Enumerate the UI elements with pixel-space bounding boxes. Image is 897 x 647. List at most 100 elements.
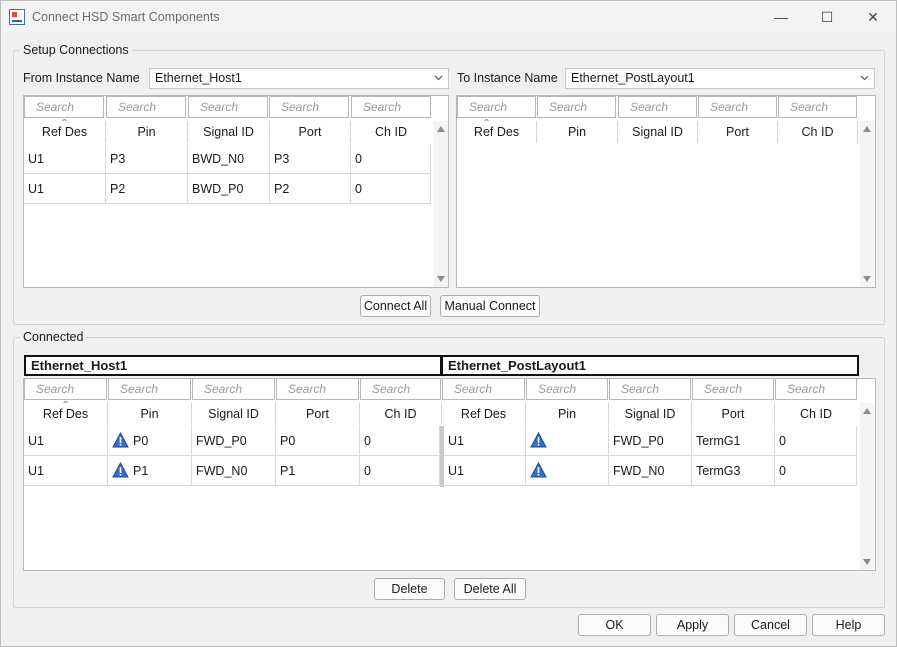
from-search-pin[interactable]: Search xyxy=(106,96,186,118)
table-splitter[interactable] xyxy=(440,426,444,487)
table-row-cell[interactable]: P1 xyxy=(108,456,192,486)
conn-header-signal-id[interactable]: Signal ID xyxy=(192,403,276,425)
conn-search-port[interactable]: Search xyxy=(276,378,359,400)
warning-triangle-icon xyxy=(530,432,547,448)
scroll-up-icon[interactable] xyxy=(863,408,871,414)
conn-search-signal[interactable]: Search xyxy=(192,378,275,400)
from-header-pin[interactable]: Pin xyxy=(106,121,188,143)
from-instance-value: Ethernet_Host1 xyxy=(155,71,242,85)
from-header-chid[interactable]: Ch ID xyxy=(351,121,431,143)
to-header-signal-id[interactable]: Signal ID xyxy=(618,121,698,143)
from-search-refdes[interactable]: Search xyxy=(24,96,104,118)
scroll-down-icon[interactable] xyxy=(437,276,445,282)
manual-connect-button[interactable]: Manual Connect xyxy=(440,295,540,317)
table-row-cell[interactable]: 0 xyxy=(360,456,440,486)
conn-search-chid[interactable]: Search xyxy=(360,378,441,400)
conn-search-refdes-right[interactable]: Search xyxy=(442,378,525,400)
to-search-port[interactable]: Search xyxy=(698,96,777,118)
table-row-cell[interactable]: 0 xyxy=(351,144,431,174)
from-header-port[interactable]: Port xyxy=(270,121,351,143)
table-row-cell[interactable]: P0 xyxy=(108,426,192,456)
table-row-cell[interactable]: 0 xyxy=(775,456,857,486)
table-row-cell[interactable]: P1 xyxy=(276,456,360,486)
conn-header-pin-right[interactable]: Pin xyxy=(526,403,609,425)
conn-search-signal-right[interactable]: Search xyxy=(609,378,691,400)
table-row-cell[interactable]: FWD_P0 xyxy=(609,426,692,456)
delete-button[interactable]: Delete xyxy=(374,578,445,600)
scroll-down-icon[interactable] xyxy=(863,559,871,565)
table-row-cell[interactable] xyxy=(526,426,609,456)
scroll-up-icon[interactable] xyxy=(437,126,445,132)
connect-all-button[interactable]: Connect All xyxy=(360,295,431,317)
to-search-chid[interactable]: Search xyxy=(778,96,857,118)
warning-triangle-icon xyxy=(530,462,547,478)
from-search-port[interactable]: Search xyxy=(269,96,349,118)
conn-header-refdes-right[interactable]: Ref Des xyxy=(442,403,526,425)
conn-search-pin[interactable]: Search xyxy=(108,378,191,400)
conn-header-port[interactable]: Port xyxy=(276,403,360,425)
table-row-cell[interactable]: P2 xyxy=(270,174,351,204)
conn-search-pin-right[interactable]: Search xyxy=(526,378,608,400)
scroll-up-icon[interactable] xyxy=(863,126,871,132)
table-row-cell[interactable]: FWD_N0 xyxy=(609,456,692,486)
table-row-cell[interactable]: U1 xyxy=(444,426,526,456)
conn-search-port-right[interactable]: Search xyxy=(692,378,774,400)
setup-connections-label: Setup Connections xyxy=(20,43,132,57)
table-row-cell[interactable]: P3 xyxy=(106,144,188,174)
table-row-cell[interactable]: TermG3 xyxy=(692,456,775,486)
from-header-refdes[interactable]: Ref Des xyxy=(24,121,106,143)
dialog-window: Connect HSD Smart Components — ☐ ✕ Setup… xyxy=(0,0,897,647)
table-row-cell[interactable]: U1 xyxy=(24,426,108,456)
table-row-cell[interactable]: BWD_N0 xyxy=(188,144,270,174)
table-row-cell[interactable]: U1 xyxy=(24,174,106,204)
cancel-button[interactable]: Cancel xyxy=(734,614,807,636)
to-header-pin[interactable]: Pin xyxy=(537,121,618,143)
table-row-cell[interactable]: TermG1 xyxy=(692,426,775,456)
table-row-cell[interactable]: U1 xyxy=(444,456,526,486)
from-instance-select[interactable]: Ethernet_Host1 xyxy=(149,68,449,89)
scroll-down-icon[interactable] xyxy=(863,276,871,282)
from-table-scrollbar[interactable] xyxy=(434,121,448,287)
maximize-button[interactable]: ☐ xyxy=(804,1,850,33)
delete-all-button[interactable]: Delete All xyxy=(454,578,526,600)
conn-header-pin[interactable]: Pin xyxy=(108,403,192,425)
to-instance-value: Ethernet_PostLayout1 xyxy=(571,71,695,85)
to-search-refdes[interactable]: Search xyxy=(457,96,536,118)
from-search-chid[interactable]: Search xyxy=(351,96,431,118)
table-row-cell[interactable]: BWD_P0 xyxy=(188,174,270,204)
from-search-signal[interactable]: Search xyxy=(188,96,268,118)
help-button[interactable]: Help xyxy=(812,614,885,636)
to-header-port[interactable]: Port xyxy=(698,121,778,143)
to-header-chid[interactable]: Ch ID xyxy=(778,121,858,143)
table-row-cell[interactable]: U1 xyxy=(24,144,106,174)
table-row-cell[interactable]: U1 xyxy=(24,456,108,486)
to-search-signal[interactable]: Search xyxy=(618,96,697,118)
table-row-cell[interactable] xyxy=(526,456,609,486)
table-row-cell[interactable]: P0 xyxy=(276,426,360,456)
apply-button[interactable]: Apply xyxy=(656,614,729,636)
to-search-pin[interactable]: Search xyxy=(537,96,616,118)
from-header-signal-id[interactable]: Signal ID xyxy=(188,121,270,143)
table-row-cell[interactable]: 0 xyxy=(351,174,431,204)
minimize-button[interactable]: — xyxy=(758,1,804,33)
to-header-refdes[interactable]: Ref Des xyxy=(457,121,537,143)
conn-header-chid-right[interactable]: Ch ID xyxy=(775,403,857,425)
conn-header-port-right[interactable]: Port xyxy=(692,403,775,425)
table-row-cell[interactable]: FWD_N0 xyxy=(192,456,276,486)
chevron-down-icon xyxy=(434,75,443,81)
conn-header-chid[interactable]: Ch ID xyxy=(360,403,442,425)
ok-button[interactable]: OK xyxy=(578,614,651,636)
table-row-cell[interactable]: P3 xyxy=(270,144,351,174)
conn-header-signal-id-right[interactable]: Signal ID xyxy=(609,403,692,425)
conn-search-refdes[interactable]: Search xyxy=(24,378,107,400)
table-row-cell[interactable]: P2 xyxy=(106,174,188,204)
table-row-cell[interactable]: FWD_P0 xyxy=(192,426,276,456)
table-row-cell[interactable]: 0 xyxy=(775,426,857,456)
conn-search-chid-right[interactable]: Search xyxy=(775,378,857,400)
connected-table-scrollbar[interactable] xyxy=(860,403,874,570)
conn-header-refdes[interactable]: Ref Des xyxy=(24,403,108,425)
close-button[interactable]: ✕ xyxy=(850,1,896,33)
table-row-cell[interactable]: 0 xyxy=(360,426,440,456)
to-table-scrollbar[interactable] xyxy=(860,121,874,287)
to-instance-select[interactable]: Ethernet_PostLayout1 xyxy=(565,68,875,89)
